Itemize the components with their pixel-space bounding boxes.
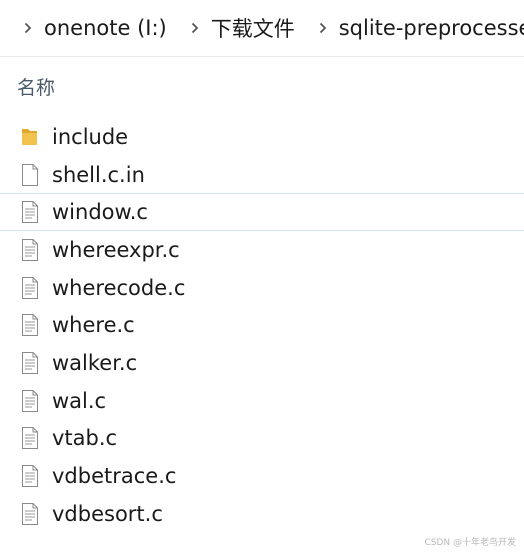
file-row-shell-c-in[interactable]: shell.c.in (0, 156, 524, 194)
file-row-include[interactable]: include (0, 118, 524, 156)
file-name: vdbetrace.c (52, 464, 177, 489)
column-header-name[interactable]: 名称 (17, 73, 55, 100)
file-row-whereexpr-c[interactable]: whereexpr.c (0, 231, 524, 269)
chevron-right-icon[interactable] (319, 22, 327, 34)
text-file-icon (20, 502, 40, 526)
text-file-icon (20, 238, 40, 262)
file-name: wal.c (52, 388, 107, 413)
file-list: include shell.c.in window.c whereexpr.c … (0, 118, 524, 533)
file-name: shell.c.in (52, 162, 145, 187)
file-name: walker.c (52, 350, 138, 375)
file-row-vdbesort-c[interactable]: vdbesort.c (0, 495, 524, 533)
file-name: include (52, 124, 129, 149)
file-name: vtab.c (52, 426, 118, 451)
text-file-icon (20, 200, 40, 224)
text-file-icon (20, 464, 40, 488)
chevron-right-icon[interactable] (24, 22, 32, 34)
chevron-right-icon[interactable] (191, 22, 199, 34)
breadcrumb: onenote (I:) 下载文件 sqlite-preprocessed (0, 0, 524, 57)
text-file-icon (20, 276, 40, 300)
file-row-wherecode-c[interactable]: wherecode.c (0, 269, 524, 307)
file-row-vtab-c[interactable]: vtab.c (0, 420, 524, 458)
folder-icon (20, 125, 40, 149)
file-row-wal-c[interactable]: wal.c (0, 382, 524, 420)
breadcrumb-item-current-folder[interactable]: sqlite-preprocessed (339, 16, 524, 40)
file-name: window.c (52, 200, 148, 225)
file-row-where-c[interactable]: where.c (0, 306, 524, 344)
text-file-icon (20, 389, 40, 413)
watermark: CSDN @十年老鸟开发 (424, 538, 516, 548)
text-file-icon (20, 313, 40, 337)
file-name: wherecode.c (52, 275, 186, 300)
file-name: where.c (52, 313, 135, 338)
file-name: whereexpr.c (52, 237, 180, 262)
breadcrumb-item-downloads[interactable]: 下载文件 (211, 13, 295, 43)
file-row-window-c[interactable]: window.c (0, 193, 524, 232)
file-name: vdbesort.c (52, 501, 163, 526)
file-row-vdbetrace-c[interactable]: vdbetrace.c (0, 457, 524, 495)
text-file-icon (20, 426, 40, 450)
text-file-icon (20, 351, 40, 375)
blank-file-icon (20, 163, 40, 187)
breadcrumb-item-drive[interactable]: onenote (I:) (44, 16, 167, 40)
file-row-walker-c[interactable]: walker.c (0, 344, 524, 382)
